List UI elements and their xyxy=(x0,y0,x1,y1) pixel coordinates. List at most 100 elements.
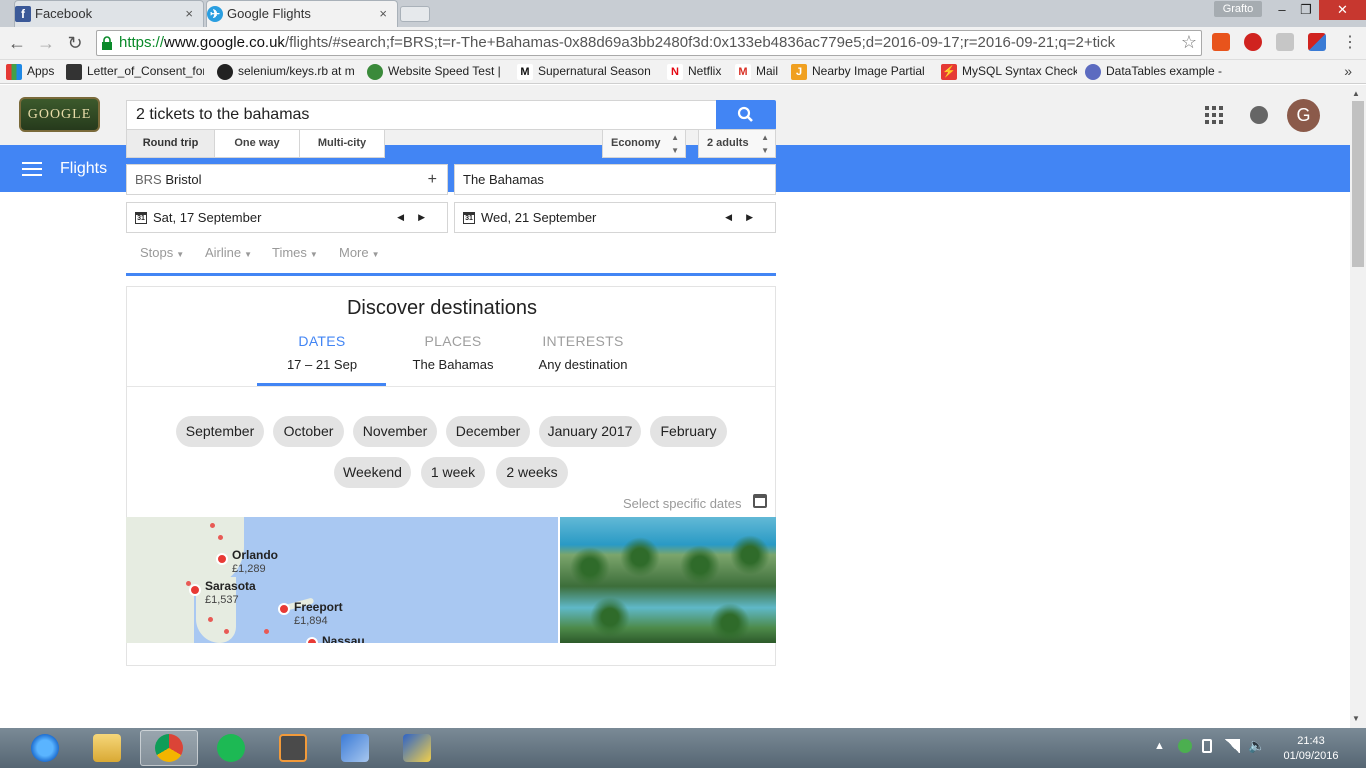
search-icon xyxy=(737,106,753,122)
extension-icon[interactable] xyxy=(1276,33,1294,51)
tab-dates[interactable]: DATES 17 – 21 Sep xyxy=(257,333,387,372)
one-way-button[interactable]: One way xyxy=(215,130,300,157)
map-point[interactable] xyxy=(218,535,223,540)
date-prev-next-arrows[interactable]: ◀▶ xyxy=(725,203,767,232)
round-trip-button[interactable]: Round trip xyxy=(127,130,215,157)
account-avatar[interactable]: G xyxy=(1287,99,1320,132)
bookmark-item[interactable]: ⚡ MySQL Syntax Check xyxy=(941,60,1077,84)
taskbar-explorer[interactable] xyxy=(78,730,136,766)
chip-1-week[interactable]: 1 week xyxy=(421,457,485,488)
destinations-map[interactable]: Orlando £1,289 Sarasota £1,537 Freeport … xyxy=(126,517,558,643)
search-input[interactable]: 2 tickets to the bahamas xyxy=(126,100,717,130)
maximize-button[interactable]: ❐ xyxy=(1292,0,1320,20)
map-point[interactable] xyxy=(208,617,213,622)
taskbar-ie[interactable] xyxy=(16,730,74,766)
map-point[interactable] xyxy=(224,629,229,634)
destination-field[interactable]: The Bahamas xyxy=(454,164,776,195)
map-land xyxy=(126,517,194,643)
palm-tree xyxy=(570,547,610,587)
chip-2-weeks[interactable]: 2 weeks xyxy=(496,457,568,488)
map-point[interactable] xyxy=(210,523,215,528)
google-doodle-logo[interactable]: GOOGLE xyxy=(19,97,100,132)
tab-close-icon[interactable]: × xyxy=(185,1,193,27)
palm-tree xyxy=(680,545,720,585)
tab-google-flights[interactable]: ✈ Google Flights × xyxy=(206,0,398,27)
chip-december[interactable]: December xyxy=(446,416,530,447)
volume-icon[interactable]: 🔈 xyxy=(1248,737,1265,754)
filter-more[interactable]: More ▼ xyxy=(339,244,380,264)
taskbar-chrome[interactable] xyxy=(140,730,198,766)
origin-field[interactable]: BRS Bristol + xyxy=(126,164,448,195)
passengers-select[interactable]: 2 adults ▲ ▼ xyxy=(698,129,776,158)
taskbar-remote-app[interactable] xyxy=(388,730,446,766)
extension-icon[interactable] xyxy=(1308,33,1326,51)
scroll-down-icon[interactable]: ▼ xyxy=(1352,714,1360,723)
bookmark-star-icon[interactable]: ☆ xyxy=(1181,32,1197,53)
opera-extension-icon[interactable] xyxy=(1244,33,1262,51)
bookmarks-overflow[interactable]: » xyxy=(1344,60,1352,82)
scrollbar-thumb[interactable] xyxy=(1352,101,1364,267)
multi-city-button[interactable]: Multi-city xyxy=(300,130,384,157)
bookmark-item[interactable]: Website Speed Test | xyxy=(367,60,507,84)
tab-close-icon[interactable]: × xyxy=(379,1,387,27)
map-pin-sarasota[interactable] xyxy=(189,584,201,596)
filter-times[interactable]: Times ▼ xyxy=(272,244,318,264)
office-extension-icon[interactable] xyxy=(1212,33,1230,51)
apps-grid-icon[interactable] xyxy=(1205,106,1223,124)
profile-button[interactable]: Grafto xyxy=(1214,1,1262,17)
forward-icon[interactable]: → xyxy=(36,33,56,53)
bookmark-item[interactable]: J Nearby Image Partial xyxy=(791,60,929,84)
destination-photo[interactable] xyxy=(560,517,776,643)
filter-airline[interactable]: Airline ▼ xyxy=(205,244,252,264)
hamburger-menu-icon[interactable] xyxy=(22,162,42,176)
taskbar-spotify[interactable] xyxy=(202,730,260,766)
address-bar[interactable]: https://www.google.co.uk/flights/#search… xyxy=(96,30,1202,56)
date-prev-next-arrows[interactable]: ◀▶ xyxy=(397,203,439,232)
calendar-icon: 31 xyxy=(135,212,147,224)
chip-october[interactable]: October xyxy=(273,416,344,447)
reload-icon[interactable]: ↻ xyxy=(65,33,85,53)
tab-interests[interactable]: INTERESTS Any destination xyxy=(518,333,648,372)
chip-weekend[interactable]: Weekend xyxy=(334,457,411,488)
tab-facebook[interactable]: f Facebook × xyxy=(14,0,204,27)
bookmark-item[interactable]: DataTables example - xyxy=(1085,60,1223,84)
tray-app-icon[interactable] xyxy=(1178,739,1192,753)
filter-stops[interactable]: Stops ▼ xyxy=(140,244,184,264)
url-text: https://www.google.co.uk/flights/#search… xyxy=(119,34,1116,51)
depart-date-field[interactable]: 31 Sat, 17 September ◀▶ xyxy=(126,202,448,233)
map-pin-orlando[interactable] xyxy=(216,553,228,565)
wifi-signal-icon[interactable] xyxy=(1224,739,1240,753)
bookmark-item[interactable]: M Supernatural Season xyxy=(517,60,655,84)
search-button[interactable] xyxy=(716,100,776,130)
bookmark-item[interactable]: selenium/keys.rb at m xyxy=(217,60,355,84)
battery-icon[interactable] xyxy=(1202,739,1212,753)
bookmark-item[interactable]: M Mail xyxy=(735,60,783,84)
tab-places[interactable]: PLACES The Bahamas xyxy=(388,333,518,372)
taskbar-network-app[interactable] xyxy=(326,730,384,766)
chip-february[interactable]: February xyxy=(650,416,727,447)
bookmark-item[interactable]: N Netflix xyxy=(667,60,725,84)
bookmark-apps[interactable]: Apps xyxy=(6,60,54,84)
select-specific-dates-link[interactable]: Select specific dates xyxy=(623,496,742,511)
new-tab-button[interactable] xyxy=(400,6,430,22)
bookmark-item[interactable]: Letter_of_Consent_for xyxy=(66,60,204,84)
tray-expand-icon[interactable]: ▲ xyxy=(1154,740,1165,752)
chip-september[interactable]: September xyxy=(176,416,264,447)
cabin-class-select[interactable]: Economy ▲ ▼ xyxy=(602,129,686,158)
add-origin-icon[interactable]: + xyxy=(428,165,437,194)
map-point[interactable] xyxy=(264,629,269,634)
window-close-button[interactable]: ✕ xyxy=(1319,0,1366,20)
back-icon[interactable]: ← xyxy=(7,33,27,53)
scroll-up-icon[interactable]: ▲ xyxy=(1352,89,1360,98)
calendar-icon[interactable] xyxy=(753,494,767,508)
system-clock[interactable]: 21:43 01/09/2016 xyxy=(1280,734,1342,764)
chip-january-2017[interactable]: January 2017 xyxy=(539,416,641,447)
return-date-field[interactable]: 31 Wed, 21 September ◀▶ xyxy=(454,202,776,233)
map-pin-freeport[interactable] xyxy=(278,603,290,615)
map-pin-nassau[interactable] xyxy=(306,637,318,643)
notifications-bell-icon[interactable] xyxy=(1250,106,1268,124)
menu-icon[interactable]: ⋮ xyxy=(1340,33,1360,53)
chip-november[interactable]: November xyxy=(353,416,437,447)
taskbar-sublime[interactable] xyxy=(264,730,322,766)
network-icon xyxy=(341,734,369,762)
